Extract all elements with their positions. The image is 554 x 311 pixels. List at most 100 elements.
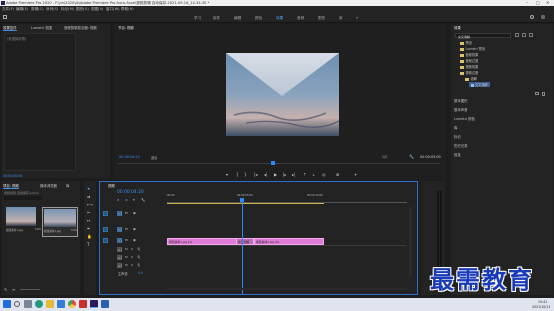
mark-in-icon[interactable]: { — [236, 172, 239, 177]
extract-icon[interactable]: ⇣ — [312, 172, 315, 177]
effects-search-input[interactable]: 交叉溶解 — [455, 33, 511, 39]
add-marker-timeline-icon[interactable]: ▾ — [133, 198, 135, 202]
mute-button[interactable]: M — [125, 263, 128, 267]
file-explorer-icon[interactable] — [46, 300, 54, 308]
store-icon[interactable] — [57, 300, 65, 308]
linked-selection-icon[interactable]: ∞ — [125, 198, 128, 202]
zoom-slider[interactable] — [20, 289, 40, 290]
workspace-graphics[interactable]: 图形 — [318, 16, 325, 21]
search-icon[interactable] — [530, 14, 534, 19]
tree-item-audio-effects[interactable]: 音频效果 — [460, 52, 478, 57]
playhead-handle-icon[interactable] — [240, 198, 244, 202]
list-view-icon[interactable]: ≡ — [12, 287, 15, 292]
transition-cross-dissolve[interactable]: 交叉溶解 — [236, 238, 254, 245]
tab-effects[interactable]: 效果 — [454, 25, 461, 30]
toggle-sync-lock-icon[interactable]: ⊟ — [125, 211, 128, 215]
32bit-effects-icon[interactable] — [522, 33, 526, 37]
toggle-sync-lock-icon[interactable]: ⊟ — [125, 227, 128, 231]
minimize-button[interactable]: – — [526, 0, 528, 5]
task-view-icon[interactable] — [24, 300, 32, 308]
tree-item-audio-transitions[interactable]: 音频过渡 — [460, 58, 478, 63]
toggle-output-icon[interactable]: ◉ — [133, 238, 136, 242]
slip-tool-icon[interactable]: ↔ — [87, 218, 90, 223]
pen-tool-icon[interactable]: ✒ — [87, 226, 90, 231]
tree-item-cross-dissolve[interactable]: 交叉溶解 — [469, 82, 490, 87]
tree-item-dissolve[interactable]: 溶解 — [465, 76, 477, 81]
section-markers[interactable]: 标记 — [454, 134, 461, 139]
toggle-output-icon[interactable]: ◉ — [133, 211, 136, 215]
play-icon[interactable]: ▶ — [274, 172, 277, 177]
work-area-bar[interactable] — [167, 203, 324, 204]
chrome-icon[interactable] — [68, 300, 76, 308]
timeline-timecode[interactable]: 00:00:04:20 — [117, 190, 144, 195]
search-taskbar-icon[interactable] — [14, 301, 20, 307]
tab-audio-clip-mixer[interactable]: 音频剪辑混合器: 视频 — [64, 25, 97, 30]
timeline-ruler[interactable] — [167, 199, 407, 203]
tab-media-browser[interactable]: 媒体浏览器 — [40, 183, 57, 188]
quality-select[interactable]: 1/2 — [382, 155, 387, 159]
solo-button[interactable]: S — [131, 247, 133, 251]
timeline-playhead[interactable] — [242, 199, 243, 295]
accelerated-effects-icon[interactable] — [515, 33, 519, 37]
source-patch-v2[interactable] — [103, 227, 108, 232]
razor-tool-icon[interactable]: ✂ — [87, 210, 90, 215]
type-tool-icon[interactable]: T — [87, 242, 89, 247]
voiceover-mic-icon[interactable]: 🎙 — [137, 263, 141, 267]
snap-icon[interactable]: ∩ — [117, 198, 119, 202]
comparison-view-icon[interactable]: ⊞ — [336, 172, 339, 177]
section-history[interactable]: 历史记录 — [454, 143, 468, 148]
zoom-select[interactable]: 适合 — [151, 155, 157, 160]
mark-out-icon[interactable]: } — [244, 172, 247, 177]
workspace-effects[interactable]: 效果 — [276, 16, 283, 21]
add-marker-icon[interactable]: ▾ — [226, 172, 228, 177]
tree-item-video-effects[interactable]: 视频效果 — [460, 64, 478, 69]
workspace-libraries[interactable]: 库 — [339, 16, 343, 21]
project-search[interactable] — [4, 196, 42, 200]
go-to-out-icon[interactable]: ▸| — [292, 172, 295, 177]
ripple-edit-tool-icon[interactable]: ⟷ — [87, 202, 93, 207]
workspace-color[interactable]: 颜色 — [255, 16, 262, 21]
tab-libraries[interactable]: 库 — [66, 183, 69, 188]
settings-wrench-icon[interactable]: 🔧 — [409, 154, 414, 159]
section-info[interactable]: 信息 — [454, 152, 461, 157]
toggle-output-icon[interactable]: ◉ — [133, 227, 136, 231]
source-patch-v1[interactable] — [103, 238, 108, 243]
workspace-assembly[interactable]: 组件 — [213, 16, 220, 21]
mute-button[interactable]: M — [125, 255, 128, 259]
edge-icon[interactable] — [35, 300, 43, 308]
program-timecode[interactable]: 00:00:04:20 — [119, 155, 140, 159]
app-icon-word[interactable] — [101, 300, 109, 308]
app-icon-red[interactable] — [79, 300, 87, 308]
tab-effect-controls[interactable]: 效果控件 — [3, 25, 17, 31]
go-to-in-icon[interactable]: |◂ — [254, 172, 257, 177]
timeline-clip[interactable]: 视频素材1.jpg [V] — [167, 238, 237, 245]
tree-item-lumetri-presets[interactable]: Lumetri 预设 — [460, 46, 485, 51]
yuv-effects-icon[interactable] — [529, 33, 533, 37]
track-select-tool-icon[interactable]: ⇉ — [87, 194, 90, 199]
tab-sequence[interactable]: 视频 — [108, 183, 115, 188]
section-lumetri-color[interactable]: Lumetri 颜色 — [454, 116, 475, 121]
tab-project[interactable]: 项目: 视频 — [3, 183, 19, 189]
toggle-sync-lock-icon[interactable]: ⊟ — [125, 238, 128, 242]
voiceover-mic-icon[interactable]: 🎙 — [137, 255, 141, 259]
new-item-icon[interactable]: ✎ — [4, 287, 7, 292]
new-bin-icon[interactable] — [535, 92, 539, 95]
timeline-vertical-scrollbar[interactable] — [409, 207, 412, 277]
taskbar-date[interactable]: 2021/10/11 — [532, 305, 550, 309]
maximize-button[interactable]: □ — [536, 0, 540, 5]
tree-item-presets[interactable]: 预设 — [460, 40, 472, 45]
step-back-icon[interactable]: ◂| — [264, 172, 267, 177]
taskbar-time[interactable]: 15:41 — [538, 300, 547, 304]
project-item[interactable]: 视频素材1.jpg 5:00 — [6, 207, 41, 237]
section-libraries[interactable]: 库 — [454, 125, 457, 130]
start-icon[interactable] — [3, 300, 11, 308]
selection-tool-icon[interactable]: ➤ — [87, 186, 90, 191]
program-playhead-icon[interactable] — [271, 161, 275, 165]
tab-program[interactable]: 节目: 视频 — [118, 25, 134, 30]
program-scrub-bar[interactable] — [118, 163, 440, 164]
section-essential-graphics[interactable]: 基本图形 — [454, 98, 468, 103]
lift-icon[interactable]: ⇡ — [303, 172, 306, 177]
tree-item-video-transitions[interactable]: 视频过渡 — [460, 70, 478, 75]
hand-tool-icon[interactable]: ✋ — [87, 234, 92, 239]
source-patch-v3[interactable] — [103, 211, 108, 216]
